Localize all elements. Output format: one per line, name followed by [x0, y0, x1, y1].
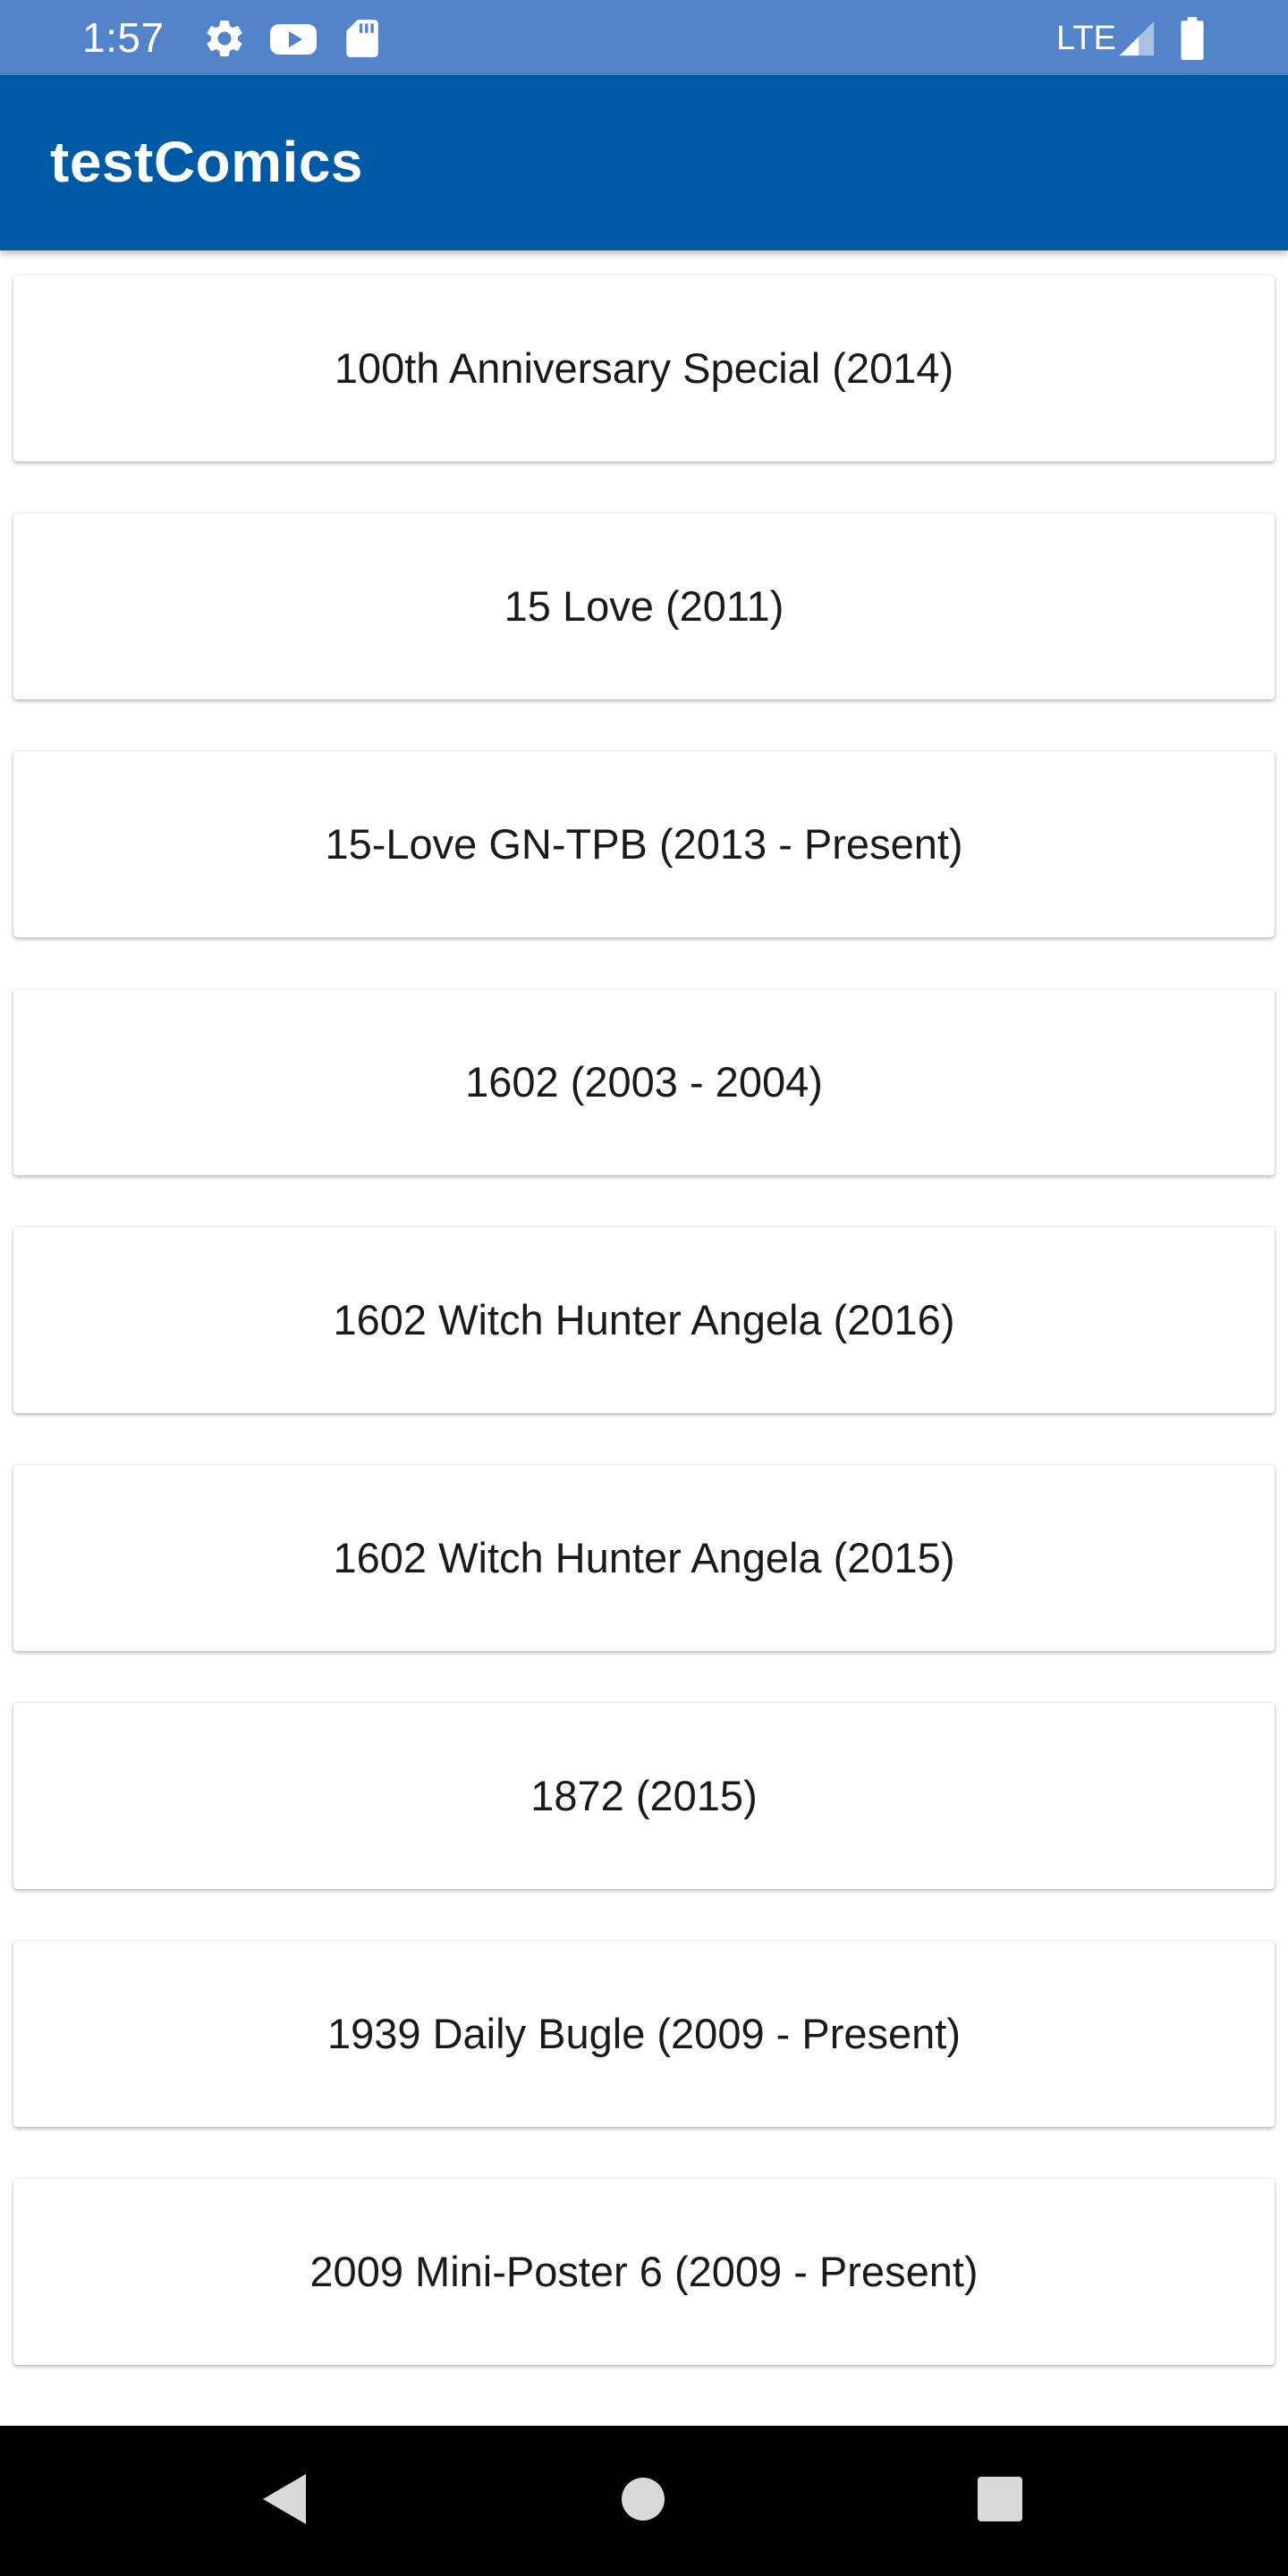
network-type-label: LTE	[1056, 20, 1116, 57]
comics-list[interactable]: 100th Anniversary Special (2014) 15 Love…	[0, 250, 1288, 2426]
settings-icon	[202, 16, 247, 61]
back-button[interactable]	[240, 2456, 329, 2546]
list-item-title: 15 Love (2011)	[504, 582, 784, 630]
app-title: testComics	[50, 130, 363, 194]
list-item-title: 1872 (2015)	[530, 1772, 758, 1819]
list-item-title: 1602 (2003 - 2004)	[465, 1058, 823, 1106]
list-item[interactable]: 2009 Mini-Poster 6 (2009 - Present)	[13, 2179, 1275, 2365]
list-item-title: 100th Anniversary Special (2014)	[334, 344, 954, 392]
home-button[interactable]	[598, 2456, 688, 2546]
app-bar: testComics	[0, 75, 1288, 250]
list-item[interactable]: 1602 (2003 - 2004)	[13, 989, 1275, 1175]
status-bar: 1:57 LTE	[0, 0, 1288, 75]
youtube-icon	[268, 16, 318, 61]
list-item[interactable]: 15 Love (2011)	[13, 513, 1275, 699]
status-time: 1:57	[82, 14, 165, 61]
list-item-title: 1939 Daily Bugle (2009 - Present)	[326, 2010, 961, 2057]
home-icon	[620, 2476, 666, 2527]
sd-card-icon	[342, 16, 381, 61]
list-item-title: 15-Love GN-TPB (2013 - Present)	[325, 820, 963, 868]
back-icon	[258, 2470, 311, 2532]
list-item-title: 1602 Witch Hunter Angela (2016)	[333, 1296, 955, 1343]
battery-icon	[1179, 16, 1206, 61]
recents-icon	[977, 2476, 1023, 2527]
list-item[interactable]: 100th Anniversary Special (2014)	[13, 275, 1275, 462]
signal-icon	[1116, 18, 1157, 63]
list-item-title: 2009 Mini-Poster 6 (2009 - Present)	[309, 2248, 979, 2295]
list-item[interactable]: 15-Love GN-TPB (2013 - Present)	[13, 751, 1275, 937]
list-item[interactable]: 1602 Witch Hunter Angela (2015)	[13, 1465, 1275, 1651]
recents-button[interactable]	[955, 2456, 1045, 2546]
list-item[interactable]: 1939 Daily Bugle (2009 - Present)	[13, 1941, 1275, 2127]
list-item[interactable]: 1602 Witch Hunter Angela (2016)	[13, 1227, 1275, 1413]
navigation-bar	[0, 2426, 1288, 2576]
list-item-title: 1602 Witch Hunter Angela (2015)	[333, 1534, 955, 1581]
list-item[interactable]: 1872 (2015)	[13, 1703, 1275, 1889]
